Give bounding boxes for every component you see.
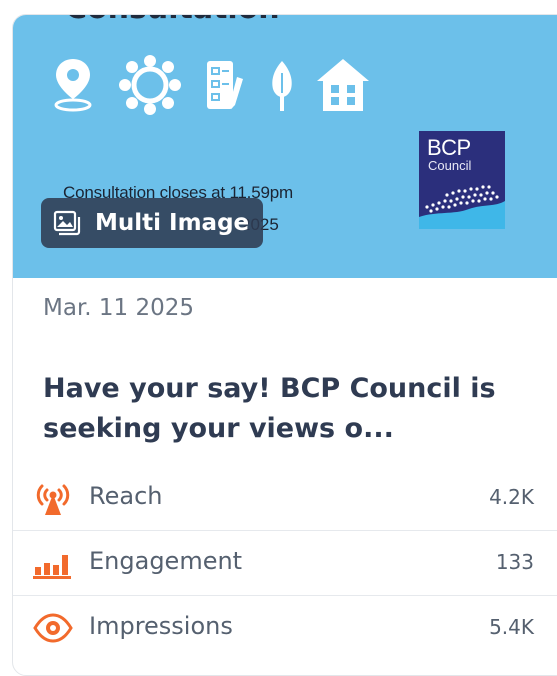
post-card[interactable]: Consultation closes at 11.59pm BCP Counc… [12,14,557,676]
badge-label: Multi Image [95,210,250,236]
metric-impressions: Impressions 5.4K [13,595,557,660]
post-title[interactable]: Have your say! BCP Council is seeking yo… [43,369,543,449]
bcp-council-logo: BCP Council [419,131,505,229]
bar-chart-icon [33,555,71,579]
metric-label: Reach [89,482,163,510]
multi-image-badge: Multi Image [41,198,264,248]
broadcast-tower-icon [36,484,70,515]
metric-engagement: Engagement 133 [13,530,557,595]
metric-label: Engagement [89,547,243,575]
house-icon [317,59,369,111]
metric-value: 4.2K [489,485,534,509]
tree-icon [272,61,292,111]
eye-icon [33,613,73,643]
metric-value: 133 [495,550,534,574]
post-title-line: Have your say! BCP Council is [43,373,496,404]
location-pin-icon [54,59,92,112]
banner-heading: Consultation [65,15,280,26]
metric-value: 5.4K [489,615,534,639]
metric-reach: Reach 4.2K [13,466,557,530]
logo-subtitle: Council [428,158,472,173]
community-icon [119,55,181,115]
image-gallery-icon [53,210,81,236]
post-date: Mar. 11 2025 [43,295,195,321]
metric-label: Impressions [89,612,233,640]
survey-form-icon [207,61,243,109]
post-image[interactable]: Consultation closes at 11.59pm BCP Counc… [13,15,557,278]
post-title-line: seeking your views o... [43,413,394,444]
